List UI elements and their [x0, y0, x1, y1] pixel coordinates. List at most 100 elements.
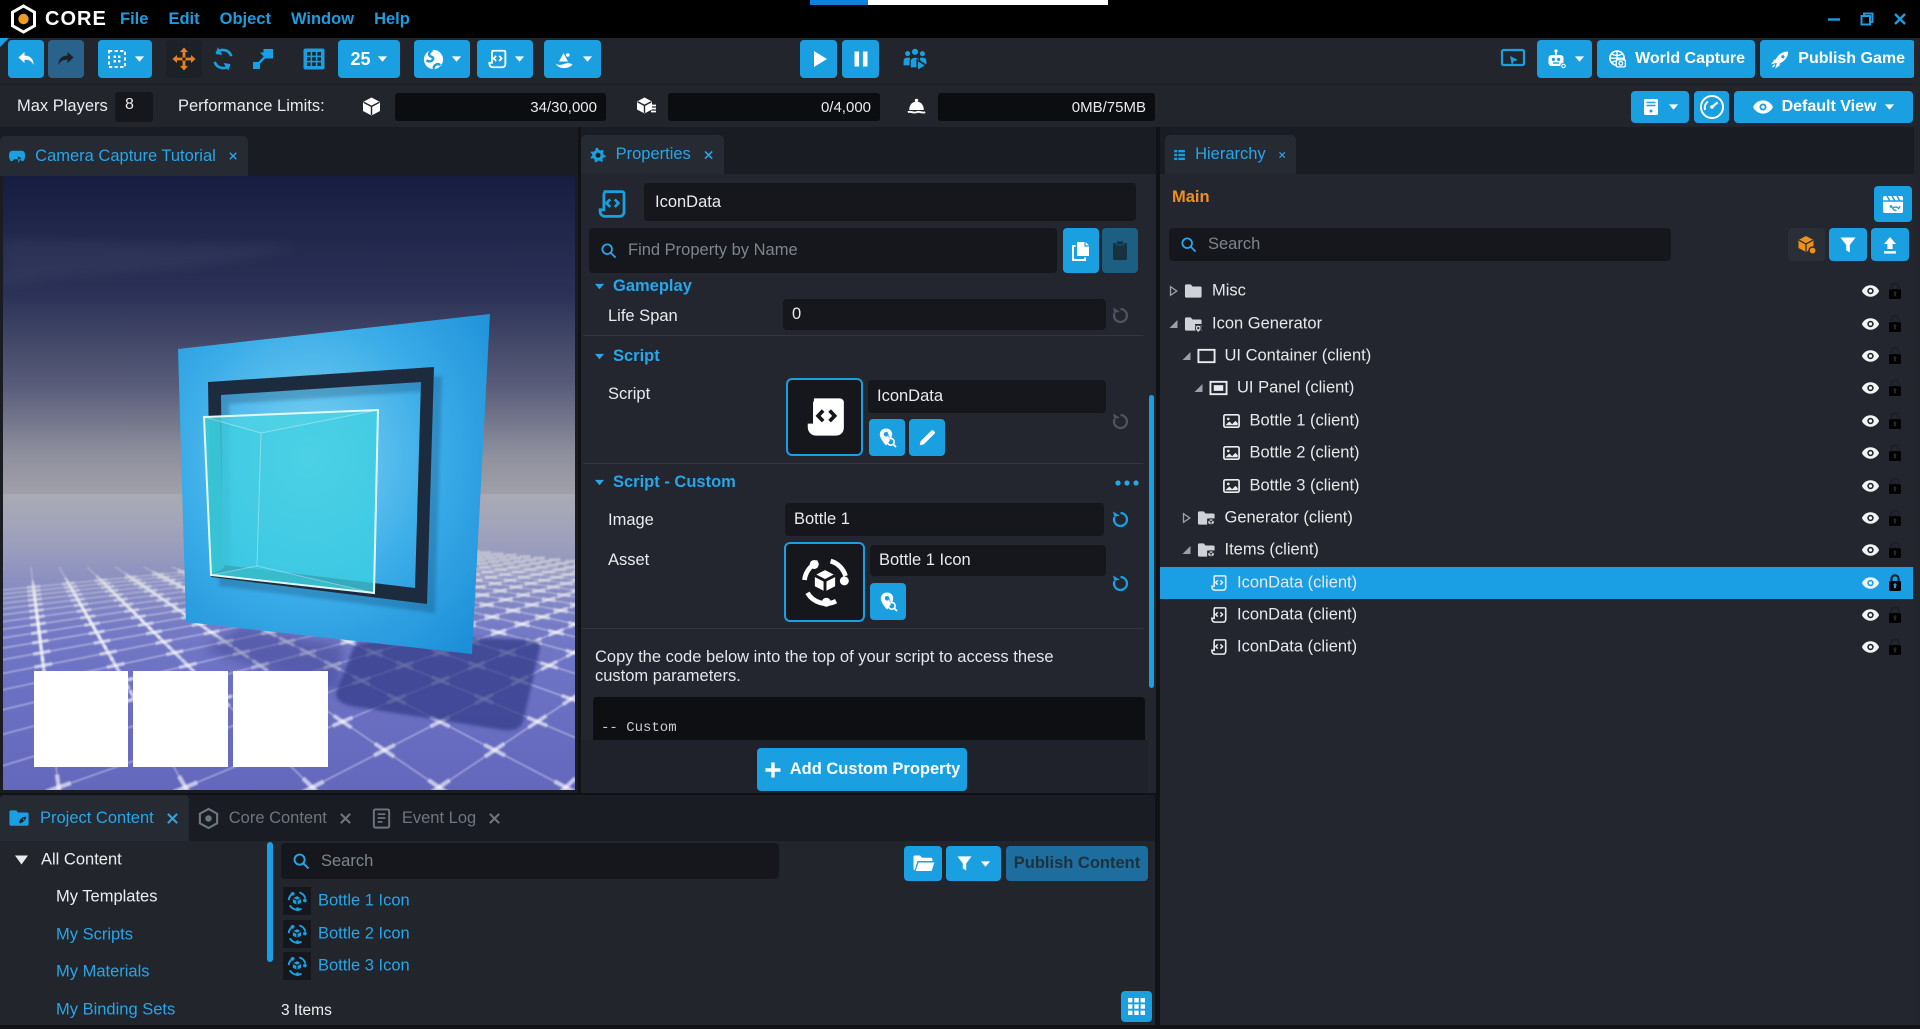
- content-tab-close-icon[interactable]: [339, 812, 352, 825]
- lock-icon[interactable]: [1888, 379, 1902, 398]
- hierarchy-row[interactable]: Bottle 1 (client): [1160, 405, 1913, 437]
- networked-filter-button[interactable]: [1788, 228, 1825, 261]
- visibility-eye-icon[interactable]: [1861, 511, 1880, 525]
- lock-icon[interactable]: [1888, 573, 1902, 592]
- hierarchy-tab-close-icon[interactable]: [1278, 148, 1286, 162]
- hierarchy-filter-button[interactable]: [1829, 228, 1867, 261]
- hierarchy-row[interactable]: Icon Generator: [1160, 307, 1913, 339]
- content-filter-dropdown[interactable]: [946, 846, 1001, 881]
- section-menu-icon[interactable]: [1114, 479, 1140, 487]
- content-tree-item[interactable]: My Materials: [0, 954, 265, 992]
- hierarchy-row[interactable]: Misc: [1160, 275, 1913, 307]
- script-asset-button[interactable]: [786, 378, 863, 456]
- visibility-eye-icon[interactable]: [1861, 640, 1880, 654]
- visibility-eye-icon[interactable]: [1861, 414, 1880, 428]
- save-options-dropdown[interactable]: [1631, 91, 1689, 123]
- minimize-button[interactable]: [1824, 9, 1844, 29]
- content-tab[interactable]: Core Content: [189, 795, 362, 841]
- section-script[interactable]: Script: [594, 347, 660, 366]
- terrain-dropdown[interactable]: [544, 40, 601, 78]
- visibility-eye-icon[interactable]: [1861, 381, 1880, 395]
- visibility-eye-icon[interactable]: [1861, 543, 1880, 557]
- menu-item[interactable]: Object: [220, 10, 271, 29]
- viewport-3d-scene[interactable]: [3, 176, 575, 789]
- undo-button[interactable]: [8, 40, 44, 78]
- lock-icon[interactable]: [1888, 411, 1902, 430]
- properties-tab[interactable]: Properties: [581, 135, 724, 174]
- lock-icon[interactable]: [1888, 346, 1902, 365]
- menu-item[interactable]: Edit: [168, 10, 199, 29]
- snap-mode-dropdown[interactable]: [98, 40, 152, 78]
- viewport-tab[interactable]: Camera Capture Tutorial: [0, 136, 248, 176]
- script-edit-button[interactable]: [909, 419, 945, 456]
- hierarchy-search-input[interactable]: Search: [1169, 228, 1671, 261]
- content-tab-close-icon[interactable]: [166, 812, 179, 825]
- grid-size-dropdown[interactable]: 25: [338, 40, 400, 78]
- expander-icon[interactable]: [1181, 512, 1192, 523]
- content-tab-close-icon[interactable]: [488, 812, 501, 825]
- scale-tool-button[interactable]: [246, 40, 280, 78]
- script-value-field[interactable]: IconData: [868, 380, 1106, 413]
- expander-icon[interactable]: [1168, 286, 1179, 297]
- content-tree-scrollbar[interactable]: [267, 842, 273, 962]
- hierarchy-tab[interactable]: Hierarchy: [1165, 135, 1296, 174]
- visibility-eye-icon[interactable]: [1861, 317, 1880, 331]
- property-search-input[interactable]: Find Property by Name: [589, 228, 1057, 273]
- properties-tab-close-icon[interactable]: [703, 148, 714, 162]
- content-tab[interactable]: Project Content: [0, 795, 189, 841]
- lock-icon[interactable]: [1888, 476, 1902, 495]
- visibility-eye-icon[interactable]: [1861, 608, 1880, 622]
- script-dropdown[interactable]: [477, 40, 533, 78]
- asset-thumbnail-button[interactable]: [784, 542, 865, 622]
- hierarchy-row[interactable]: Generator (client): [1160, 502, 1913, 534]
- expander-icon[interactable]: [1193, 383, 1204, 394]
- pause-button[interactable]: [842, 40, 879, 78]
- life-span-input[interactable]: 0: [783, 299, 1106, 330]
- export-template-button[interactable]: [1871, 228, 1909, 261]
- object-name-input[interactable]: IconData: [644, 183, 1136, 221]
- tree-expander-icon[interactable]: [14, 854, 29, 865]
- content-search-input[interactable]: Search: [281, 843, 779, 879]
- life-span-reset-icon[interactable]: [1111, 306, 1130, 325]
- hierarchy-row[interactable]: IconData (client): [1160, 631, 1913, 663]
- custom-code-block[interactable]: -- Custom local propImage = script:GetCu…: [593, 697, 1145, 740]
- expander-icon[interactable]: [1168, 318, 1179, 329]
- add-custom-property-button[interactable]: Add Custom Property: [757, 748, 967, 791]
- script-find-button[interactable]: [869, 419, 905, 456]
- lock-icon[interactable]: [1888, 638, 1902, 657]
- scene-settings-button[interactable]: [1874, 186, 1912, 222]
- content-item[interactable]: Bottle 1 Icon: [277, 885, 677, 918]
- asset-reset-icon[interactable]: [1111, 574, 1130, 593]
- performance-gauge-button[interactable]: [1694, 91, 1729, 123]
- world-capture-button[interactable]: World Capture: [1597, 40, 1755, 78]
- bot-mode-dropdown[interactable]: [1537, 40, 1592, 78]
- hierarchy-row[interactable]: Bottle 3 (client): [1160, 469, 1913, 501]
- content-tree-item[interactable]: All Content: [0, 841, 265, 879]
- visibility-eye-icon[interactable]: [1861, 446, 1880, 460]
- lock-icon[interactable]: [1888, 541, 1902, 560]
- visibility-eye-icon[interactable]: [1861, 349, 1880, 363]
- hierarchy-row[interactable]: Items (client): [1160, 534, 1913, 566]
- content-item[interactable]: Bottle 2 Icon: [277, 918, 677, 951]
- viewport-tab-close-icon[interactable]: [228, 149, 238, 163]
- publish-content-button[interactable]: Publish Content: [1006, 846, 1148, 881]
- content-tree-item[interactable]: My Scripts: [0, 916, 265, 954]
- screen-share-button[interactable]: [1496, 40, 1530, 78]
- lock-icon[interactable]: [1888, 508, 1902, 527]
- default-view-dropdown[interactable]: Default View: [1734, 91, 1913, 123]
- menu-item[interactable]: File: [120, 10, 148, 29]
- asset-value-field[interactable]: Bottle 1 Icon: [870, 545, 1106, 576]
- lock-icon[interactable]: [1888, 282, 1902, 301]
- max-players-input[interactable]: 8: [115, 92, 153, 122]
- hierarchy-row[interactable]: UI Container (client): [1160, 340, 1913, 372]
- image-reset-icon[interactable]: [1111, 510, 1130, 529]
- paste-properties-button[interactable]: [1102, 228, 1138, 273]
- menu-item[interactable]: Window: [291, 10, 354, 29]
- publish-game-button[interactable]: Publish Game: [1760, 40, 1915, 78]
- multiplayer-preview-button[interactable]: [895, 40, 935, 78]
- grid-snap-button[interactable]: [296, 40, 332, 78]
- lock-icon[interactable]: [1888, 606, 1902, 625]
- copy-properties-button[interactable]: [1063, 228, 1099, 273]
- content-item[interactable]: Bottle 3 Icon: [277, 950, 677, 983]
- visibility-eye-icon[interactable]: [1861, 479, 1880, 493]
